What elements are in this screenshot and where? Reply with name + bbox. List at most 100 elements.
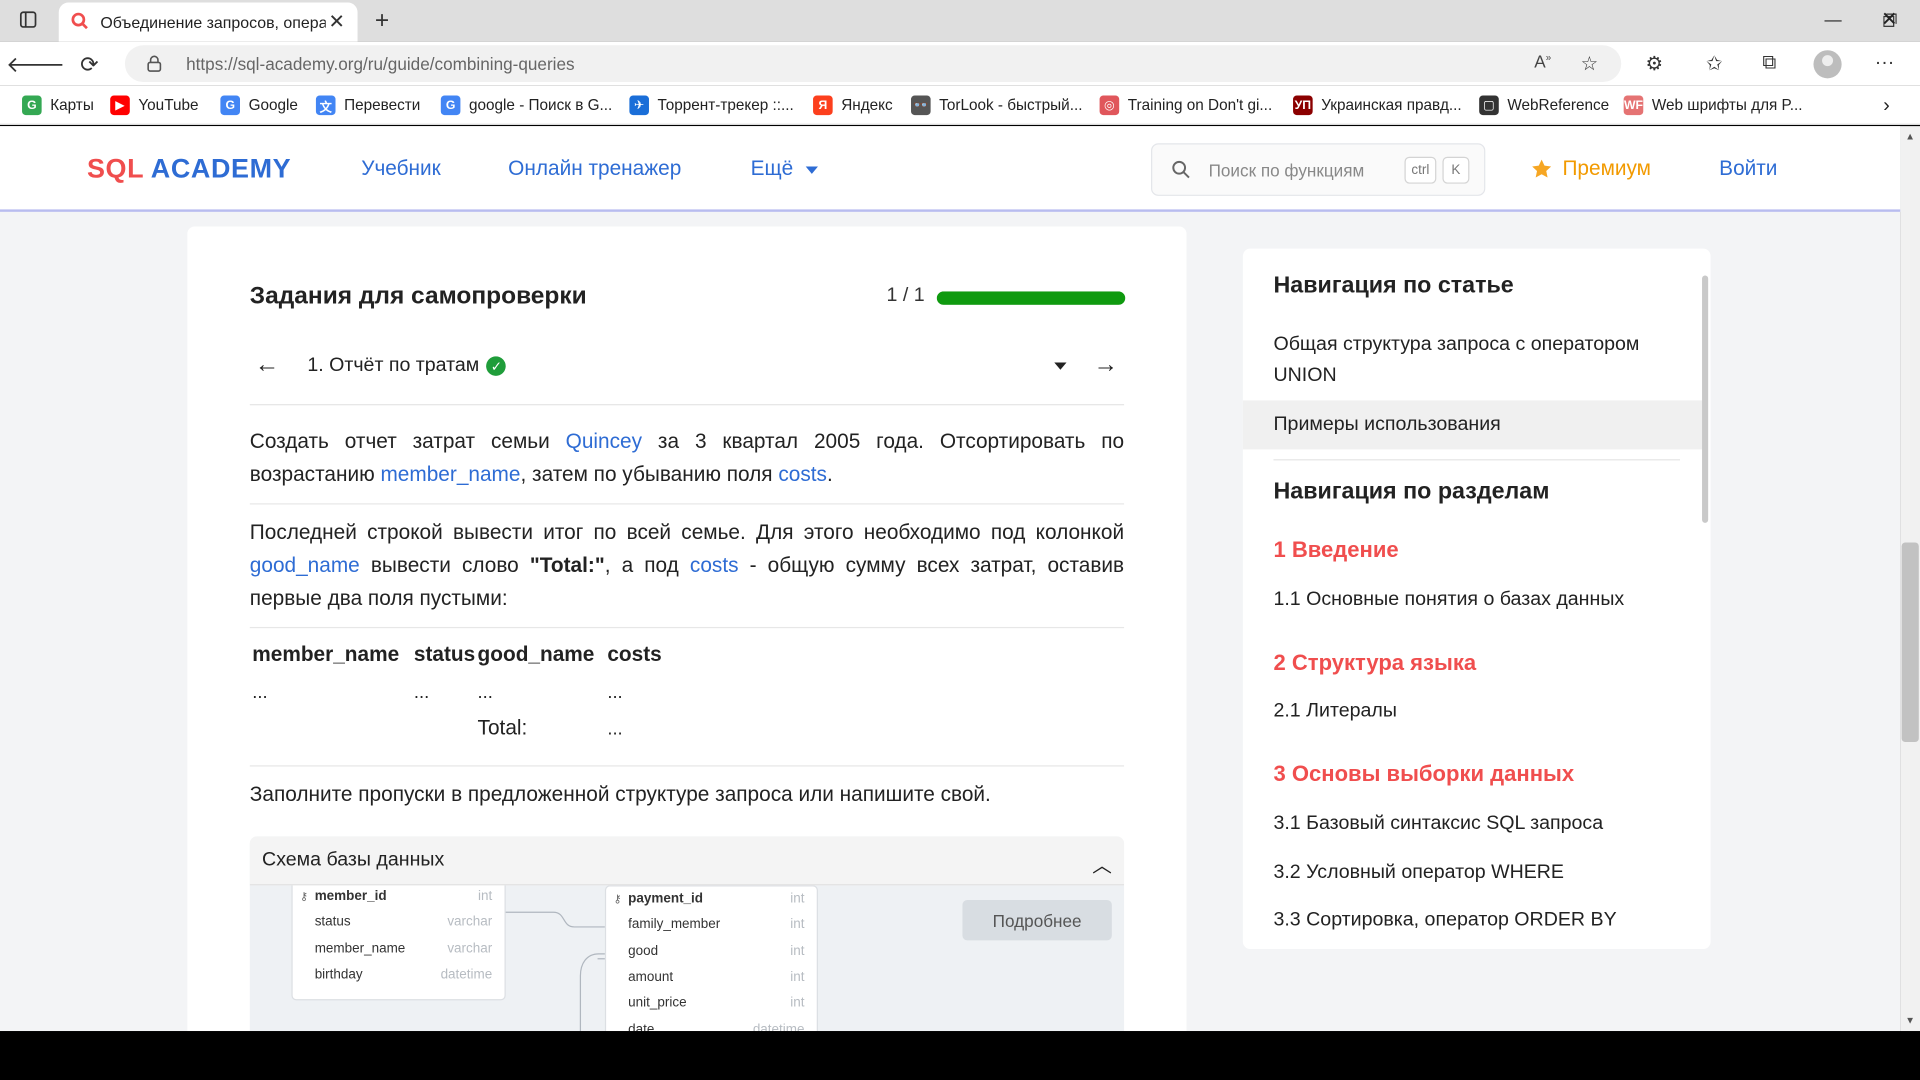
section-link[interactable]: 3.2 Условный оператор WHERE (1273, 857, 1564, 888)
url-text: https://sql-academy.org/ru/guide/combini… (186, 53, 575, 74)
bookmark-item[interactable]: ▢ WebReference (1479, 95, 1609, 116)
collections-icon[interactable]: ⧉ (1756, 50, 1783, 77)
bookmark-label: Training on Don't gi... (1127, 96, 1273, 114)
url-field[interactable]: https://sql-academy.org/ru/guide/combini… (124, 45, 1622, 83)
field-type: int (478, 888, 493, 904)
kbd-k: K (1442, 156, 1470, 184)
sections-nav-title: Навигация по разделам (1273, 478, 1550, 505)
scrollbar-thumb[interactable] (1901, 542, 1919, 743)
nav-trainer[interactable]: Онлайн тренажер (508, 157, 681, 181)
bookmark-item[interactable]: ◎ Training on Don't gi... (1099, 95, 1273, 116)
section-heading[interactable]: 3 Основы выборки данных (1273, 762, 1574, 788)
section-link[interactable]: 2.1 Литералы (1273, 696, 1396, 727)
details-button[interactable]: Подробнее (962, 900, 1112, 941)
section-heading[interactable]: 1 Введение (1273, 538, 1398, 564)
bookmark-item[interactable]: ▶ YouTube (110, 95, 199, 116)
table-cell: ... (607, 682, 623, 703)
chevron-up-icon[interactable]: ︿ (1092, 849, 1112, 878)
favorite-star-icon[interactable]: ☆ (1576, 50, 1603, 77)
schema-header[interactable]: Схема базы данных ︿ (249, 836, 1125, 886)
scroll-down-icon[interactable]: ▼ (1905, 1015, 1915, 1026)
field-name: unit_price (628, 995, 687, 1011)
bookmark-favicon-icon: Я (813, 95, 833, 116)
close-tab-icon[interactable]: ✕ (326, 10, 348, 34)
bookmark-item[interactable]: Я Яндекс (813, 95, 893, 116)
payments-table[interactable]: ⚷ payment_id int family_member int good int amo… (604, 885, 818, 1032)
section-title: Задания для самопроверки (249, 282, 587, 310)
article-link[interactable]: Общая структура запроса с оператором UNI… (1273, 329, 1640, 390)
field-name: payment_id (628, 891, 704, 907)
close-window-icon[interactable]: ✕ (1861, 0, 1917, 39)
login-link[interactable]: Войти (1719, 157, 1777, 181)
section-link[interactable]: 3.3 Сортировка, оператор ORDER BY (1273, 905, 1616, 936)
kbd-ctrl: ctrl (1404, 156, 1437, 184)
bookmark-item[interactable]: УП Украинская правд... (1293, 95, 1462, 116)
p1-highlight-3: costs (778, 462, 827, 487)
site-logo[interactable]: SQL ACADEMY (87, 153, 291, 185)
nav-tutorial[interactable]: Учебник (361, 157, 441, 181)
family-members-table[interactable]: ⚷ member_id int status varchar member_name var… (291, 873, 506, 1001)
divider (249, 626, 1125, 629)
tab-actions-icon[interactable] (0, 0, 56, 39)
bookmark-favicon-icon: G (220, 95, 241, 116)
task-navigation: ← 1. Отчёт по тратам ✓ → (249, 349, 1125, 406)
arrow-right-icon[interactable]: → (1093, 351, 1117, 379)
article-sidebar: Навигация по статье Общая структура запр… (1242, 248, 1711, 949)
table-cell: ... (252, 682, 268, 703)
bookmark-label: google - Поиск в G... (468, 96, 613, 114)
nav-more[interactable]: Ещё (751, 157, 818, 181)
bookmark-favicon-icon: ✈ (629, 95, 649, 116)
scroll-up-icon[interactable]: ▲ (1905, 131, 1915, 142)
star-icon (1532, 159, 1552, 178)
bookmark-item[interactable]: G Google (220, 95, 298, 116)
field-type: varchar (447, 941, 493, 956)
bookmark-item[interactable]: ✈ Торрент-трекер ::... (629, 95, 794, 116)
extensions-icon[interactable]: ⚙ (1641, 50, 1668, 77)
bookmarks-overflow-icon[interactable]: › (1883, 96, 1890, 118)
profile-avatar[interactable] (1813, 50, 1842, 79)
task-card: Задания для самопроверки 1 / 1 ← 1. Отчё… (187, 226, 1187, 1032)
field-type: int (790, 995, 805, 1011)
new-tab-button[interactable]: + (367, 6, 396, 35)
min2 (1805, 0, 1861, 39)
bookmark-favicon-icon: G (440, 95, 461, 116)
col-header: status (413, 642, 476, 667)
bookmark-favicon-icon: УП (1293, 95, 1313, 116)
arrow-left-icon[interactable]: ← (255, 351, 279, 379)
field-name: family_member (628, 917, 721, 933)
task-name[interactable]: 1. Отчёт по тратам ✓ (307, 355, 507, 377)
bookmark-item[interactable]: 👓 TorLook - быстрый... (911, 95, 1083, 116)
page-scrollbar[interactable]: ▲ ▼ (1900, 126, 1920, 1032)
browser-tab[interactable]: Объединение запросов, опера ✕ (58, 2, 358, 42)
bookmark-label: Карты (50, 96, 94, 114)
bookmark-item[interactable]: Ggoogle - Поиск в G... (440, 95, 613, 116)
chevron-down-icon (805, 165, 818, 174)
more-menu-icon[interactable]: ··· (1871, 50, 1898, 77)
progress-fill (936, 291, 1126, 305)
p2-bold: "Total:" (529, 553, 605, 577)
search-input[interactable]: Поиск по функциям ctrl K (1151, 143, 1486, 196)
p2-highlight-1: good_name (249, 553, 360, 577)
schema-field-row: amount int (606, 965, 817, 991)
sidebar-scrollbar[interactable] (1702, 275, 1709, 523)
section-link[interactable]: 3.1 Базовый синтаксис SQL запроса (1273, 808, 1603, 839)
bookmark-item[interactable]: WF Web шрифты для P... (1623, 95, 1803, 116)
schema-field-row: status varchar (293, 910, 505, 936)
db-schema-panel: ⚷ member_id int status varchar member_name var… (249, 836, 1125, 1032)
bookmark-item[interactable]: G Карты (22, 95, 94, 116)
premium-link[interactable]: Премиум (1531, 157, 1651, 181)
read-aloud-icon[interactable]: A» (1534, 51, 1551, 71)
progress-text: 1 / 1 (886, 285, 925, 307)
refresh-icon[interactable]: ⟳ (73, 49, 105, 81)
tab-title: Объединение запросов, опера (100, 12, 326, 32)
favorites-icon[interactable]: ✩ (1701, 50, 1728, 77)
p1-highlight-1: Quincey (565, 429, 643, 454)
bookmark-item[interactable]: 文 Перевести (315, 95, 420, 116)
section-link[interactable]: 1.1 Основные понятия о базах данных (1273, 584, 1624, 615)
task-dropdown-icon[interactable] (1054, 362, 1067, 370)
back-icon[interactable]: 🡐 (6, 49, 65, 81)
section-heading[interactable]: 2 Структура языка (1273, 650, 1476, 676)
field-name: good (628, 943, 659, 959)
check-icon: ✓ (486, 356, 507, 376)
article-link[interactable]: Примеры использования (1273, 409, 1500, 440)
